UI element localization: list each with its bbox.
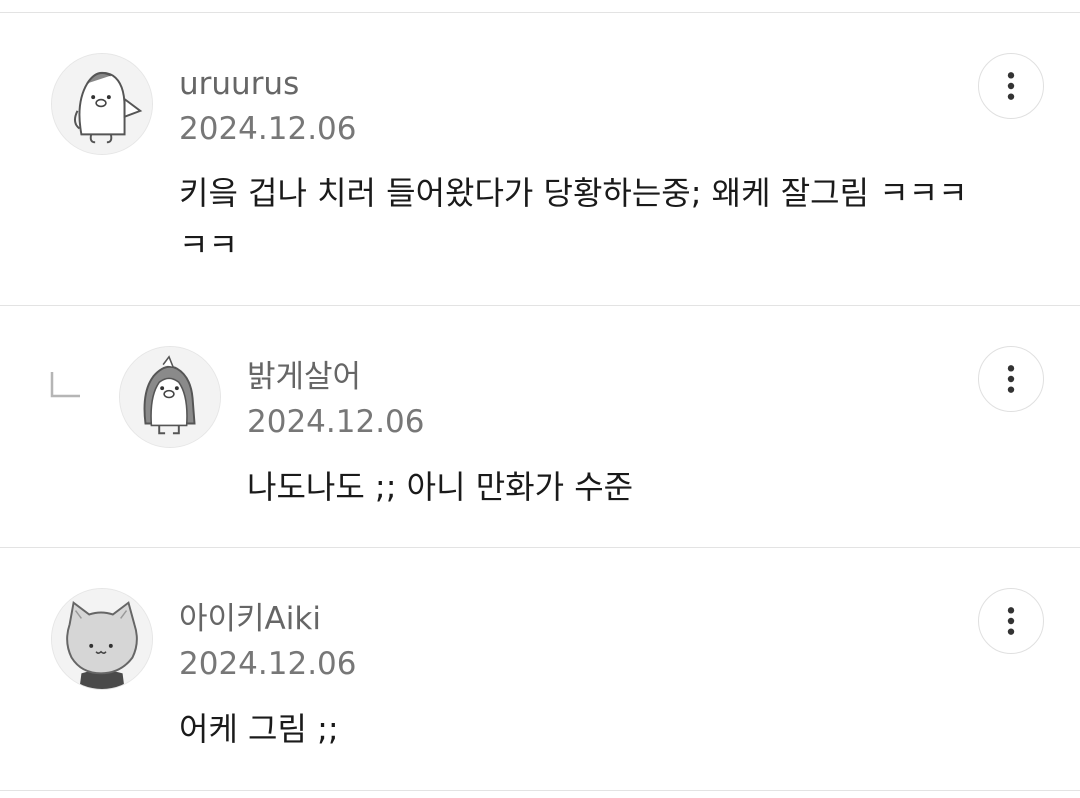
more-options-button[interactable] [978, 588, 1044, 654]
more-vertical-icon [1007, 365, 1015, 393]
comment-text: 나도나도 ;; 아니 만화가 수준 [247, 468, 634, 506]
comment-username[interactable]: 아이키Aiki [179, 599, 321, 639]
bottom-divider [0, 790, 1080, 791]
comment-date: 2024.12.06 [247, 404, 425, 440]
more-options-button[interactable] [978, 53, 1044, 119]
comment-text: 어케 그림 ;; [179, 710, 339, 748]
penguin-waving-icon [52, 54, 152, 154]
comment-username[interactable]: uruurus [179, 64, 299, 104]
avatar[interactable] [51, 53, 153, 155]
comment-date: 2024.12.06 [179, 646, 357, 682]
avatar[interactable] [119, 346, 221, 448]
comment-text: 키읔 겁나 치러 들어왔다가 당황하는중; 왜케 잘그림 ㅋㅋㅋㅋㅋ [179, 174, 968, 264]
comment-item: 아이키Aiki 2024.12.06 어케 그림 ;; [0, 548, 1080, 790]
more-vertical-icon [1007, 72, 1015, 100]
reply-arrow-icon [50, 372, 80, 398]
cat-icon [52, 589, 152, 689]
comment-date: 2024.12.06 [179, 111, 357, 147]
avatar[interactable] [51, 588, 153, 690]
reply-comment-item: 밝게살어 2024.12.06 나도나도 ;; 아니 만화가 수준 [0, 306, 1080, 547]
comment-item: uruurus 2024.12.06 키읔 겁나 치러 들어왔다가 당황하는중;… [0, 0, 1080, 305]
more-options-button[interactable] [978, 346, 1044, 412]
comment-username[interactable]: 밝게살어 [247, 357, 361, 397]
more-vertical-icon [1007, 607, 1015, 635]
penguin-icon [120, 347, 220, 447]
